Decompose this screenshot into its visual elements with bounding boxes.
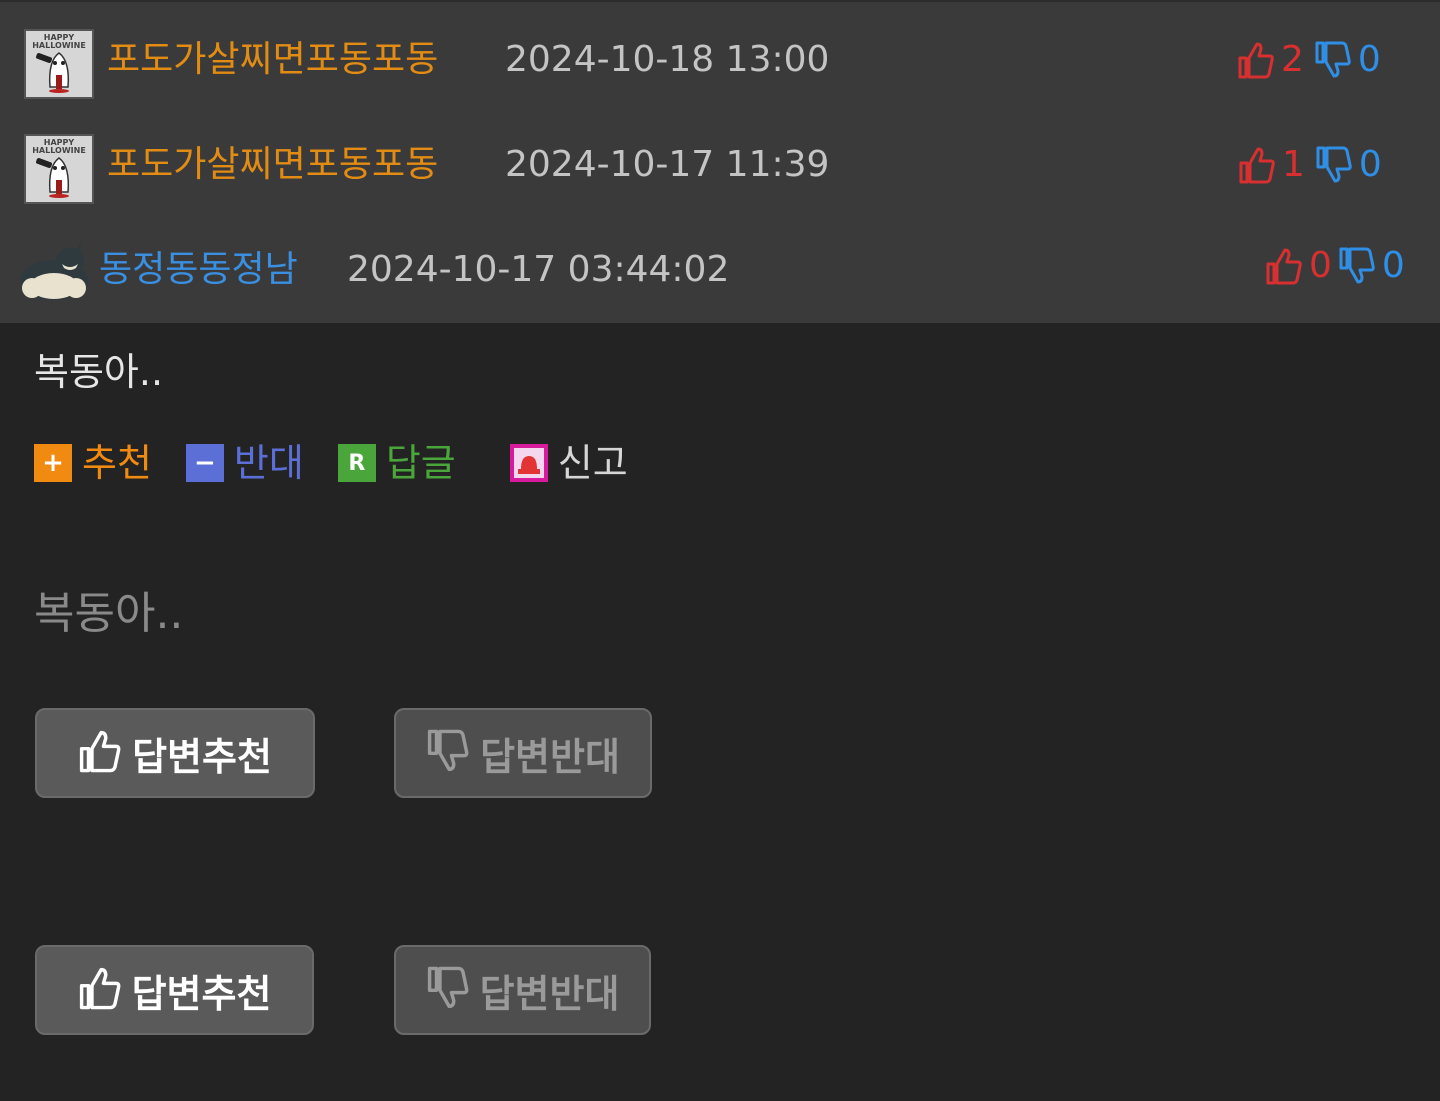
answer-recommend-label: 답변추천 xyxy=(132,734,272,779)
reply-label: 답글 xyxy=(385,441,456,485)
nickname[interactable]: 포도가살찌면포동포동 xyxy=(107,38,438,82)
nickname[interactable]: 동정동동정남 xyxy=(99,248,298,292)
thumbs-down-icon[interactable] xyxy=(1338,246,1376,286)
plus-icon: + xyxy=(34,444,72,482)
comment-row: 동정동동정남 2024-10-17 03:44:02 0 0 xyxy=(0,234,1440,314)
oppose-label: 반대 xyxy=(233,441,304,485)
answer-oppose-label: 답변반대 xyxy=(480,734,620,779)
answer-oppose-button[interactable]: 답변반대 xyxy=(394,708,652,798)
reply-link[interactable]: R 답글 xyxy=(337,440,456,486)
up-count: 0 xyxy=(1309,245,1332,286)
report-link[interactable]: 신고 xyxy=(509,440,628,486)
thumbs-up-icon[interactable] xyxy=(1237,40,1275,80)
comment-row: HAPPY HALLOWINE 포도가살찌면포동포동 2024-10-18 13… xyxy=(0,24,1440,104)
down-count: 0 xyxy=(1381,245,1405,286)
thumbs-up-icon xyxy=(78,728,122,778)
vote-counts: 1 0 xyxy=(1238,143,1392,187)
comment-header-section: HAPPY HALLOWINE 포도가살찌면포동포동 2024-10-18 13… xyxy=(0,0,1440,323)
oppose-link[interactable]: − 반대 xyxy=(185,440,304,486)
reply-body: 복동아.. xyxy=(34,350,164,394)
report-label: 신고 xyxy=(557,441,628,485)
timestamp: 2024-10-18 13:00 xyxy=(505,39,830,80)
thumbs-down-icon[interactable] xyxy=(1314,40,1352,80)
down-count: 0 xyxy=(1357,39,1381,80)
comment-actions: + 추천 − 반대 R 답글 신고 xyxy=(34,438,662,488)
recommend-label: 추천 xyxy=(82,441,152,485)
up-count: 1 xyxy=(1282,144,1305,185)
thumbs-up-icon[interactable] xyxy=(1265,246,1303,286)
timestamp: 2024-10-17 03:44:02 xyxy=(347,249,730,290)
siren-icon xyxy=(509,444,548,482)
comment-row: HAPPY HALLOWINE 포도가살찌면포동포동 2024-10-17 11… xyxy=(0,129,1440,209)
answer-recommend-button[interactable]: 답변추천 xyxy=(35,708,315,798)
timestamp: 2024-10-17 11:39 xyxy=(505,144,830,185)
thumbs-down-icon xyxy=(426,728,470,778)
thumbs-up-icon[interactable] xyxy=(1238,145,1276,185)
answer-recommend-label: 답변추천 xyxy=(131,971,272,1016)
vote-counts: 0 0 xyxy=(1265,244,1415,288)
answer-oppose-label: 답변반대 xyxy=(479,971,620,1016)
avatar[interactable]: HAPPY HALLOWINE xyxy=(24,134,94,204)
avatar[interactable]: HAPPY HALLOWINE xyxy=(24,29,94,99)
answer-recommend-button[interactable]: 답변추천 xyxy=(35,945,314,1035)
up-count: 2 xyxy=(1281,39,1304,80)
nickname[interactable]: 포도가살찌면포동포동 xyxy=(107,143,438,187)
vote-counts: 2 0 xyxy=(1237,38,1391,82)
avatar[interactable] xyxy=(14,236,94,310)
answer-oppose-button[interactable]: 답변반대 xyxy=(394,945,651,1035)
down-count: 0 xyxy=(1358,144,1382,185)
thumbs-down-icon xyxy=(426,965,470,1015)
recommend-link[interactable]: + 추천 xyxy=(34,440,152,486)
minus-icon: − xyxy=(185,444,224,482)
quoted-body: 복동아.. xyxy=(34,588,184,639)
reply-icon: R xyxy=(337,444,376,482)
thumbs-down-icon[interactable] xyxy=(1315,145,1353,185)
thumbs-up-icon xyxy=(78,965,122,1015)
